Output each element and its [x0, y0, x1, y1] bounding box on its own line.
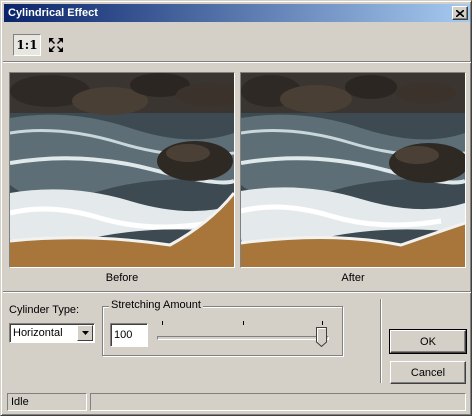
title-bar[interactable]: Cylindrical Effect — [4, 4, 470, 22]
horizontal-separator — [3, 291, 471, 293]
chevron-down-icon — [81, 331, 89, 335]
close-button[interactable] — [452, 6, 468, 20]
after-preview — [240, 72, 466, 268]
cylinder-type-value: Horizontal — [13, 327, 63, 339]
ok-button[interactable]: OK — [389, 329, 467, 354]
after-image — [241, 73, 465, 267]
before-preview — [9, 72, 235, 268]
cancel-button[interactable]: Cancel — [390, 361, 466, 384]
fit-to-window-button[interactable] — [45, 34, 67, 56]
toolbar-separator — [3, 61, 471, 63]
slider-tick — [243, 321, 244, 325]
slider-tick — [162, 321, 163, 325]
window-title: Cylindrical Effect — [8, 7, 98, 19]
stretching-amount-input[interactable]: 100 — [110, 323, 148, 347]
stretching-slider-thumb[interactable] — [316, 327, 327, 347]
stretching-slider-track[interactable] — [157, 336, 329, 340]
before-image — [10, 73, 234, 267]
dropdown-button[interactable] — [77, 325, 93, 341]
status-panel-secondary — [90, 393, 466, 411]
actual-size-button[interactable]: 1:1 — [13, 34, 41, 56]
fit-to-window-icon — [49, 38, 63, 52]
status-text: Idle — [11, 396, 29, 408]
stretching-amount-label: Stretching Amount — [109, 299, 203, 311]
cylinder-type-label: Cylinder Type: — [9, 304, 80, 316]
after-caption: After — [341, 272, 365, 284]
actual-size-label: 1:1 — [16, 38, 38, 52]
before-caption: Before — [105, 272, 139, 284]
cylinder-type-select[interactable]: Horizontal — [9, 323, 95, 343]
vertical-separator — [380, 299, 382, 383]
stretching-amount-value: 100 — [114, 329, 133, 341]
close-icon — [456, 9, 464, 17]
dialog-window: Cylindrical Effect 1:1 Before After Cyli… — [0, 0, 472, 416]
slider-tick — [322, 321, 323, 325]
status-panel: Idle — [7, 393, 87, 411]
